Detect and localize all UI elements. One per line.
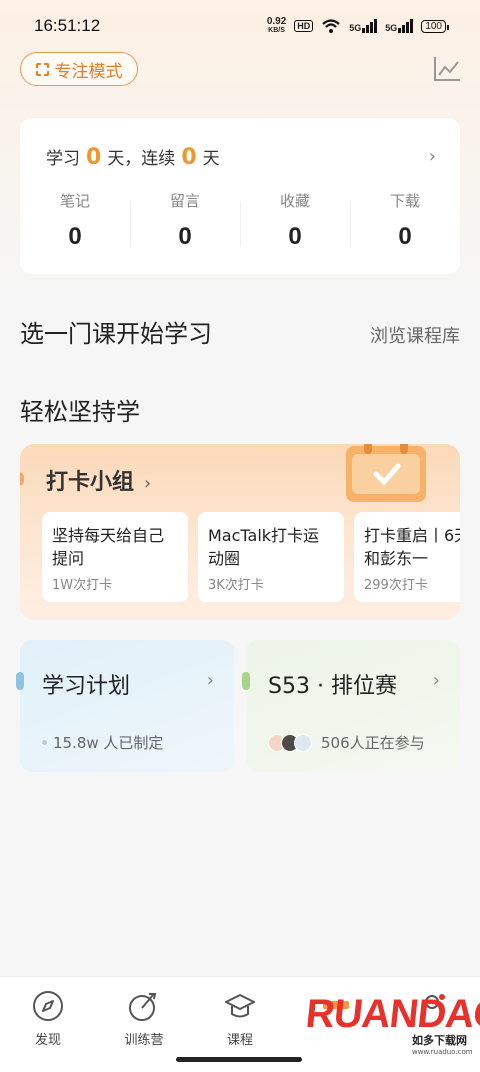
home-indicator[interactable] [176,1057,302,1062]
study-plan-title: 学习计划 [42,674,131,699]
watermark-site-name: 如多下载网 [412,1032,467,1048]
ranking-subtitle: 506人正在参与 [268,732,425,753]
study-plan-card[interactable]: 学习计划 › 15.8w 人已制定 [16,640,234,772]
easy-section-title: 轻松坚持学 [20,398,140,426]
status-icons: 0.92 KB/S HD 5G 5G 100 [266,16,449,35]
calendar-icon [346,444,426,502]
chevron-right-icon: › [144,473,152,494]
graduation-cap-icon [225,994,255,1018]
checkin-item[interactable]: MacTalk打卡运动圈 3K次打卡 [198,512,344,602]
avatar [294,733,312,752]
line-chart-icon[interactable] [432,54,462,84]
learning-summary-card[interactable]: 学习 0 天，连续 0 天 › 笔记 0 留言 0 收藏 0 下载 0 [20,118,460,274]
checkin-group-title[interactable]: 打卡小组 › [46,464,151,496]
checkin-list: 坚持每天给自己提问 1W次打卡 MacTalk打卡运动圈 3K次打卡 打卡重启丨… [42,512,460,602]
watermark-site-url: www.ruaduo.com [412,1048,473,1056]
checkin-item[interactable]: 坚持每天给自己提问 1W次打卡 [42,512,188,602]
training-icon [129,993,157,1021]
signal-1-icon: 5G [349,19,378,33]
ranking-title: S53 · 排位赛 [268,674,397,699]
learning-streak: 学习 0 天，连续 0 天 [46,145,220,170]
streak-days: 0 [181,145,197,170]
participant-avatars [268,733,312,752]
chevron-right-icon: › [206,670,214,691]
metric-favorites[interactable]: 收藏 0 [240,190,350,251]
chevron-right-icon: › [428,146,436,167]
study-plan-subtitle: 15.8w 人已制定 [42,732,163,753]
checkin-item[interactable]: 打卡重启丨6天，和彭东一 299次打卡 [354,512,460,602]
ranking-card[interactable]: S53 · 排位赛 › 506人正在参与 [242,640,460,772]
focus-mode-label: 专注模式 [54,61,123,82]
course-section-title: 选一门课开始学习 [20,320,212,348]
tab-discover[interactable]: 发现 [0,977,96,1072]
browse-course-library-link[interactable]: 浏览课程库 [370,322,460,348]
metrics-row: 笔记 0 留言 0 收藏 0 下载 0 [20,190,460,251]
clock: 16:51:12 [34,16,101,35]
focus-frame-icon [35,62,49,76]
chevron-right-icon: › [432,670,440,691]
network-speed: 0.92 KB/S [266,16,287,35]
metric-comments[interactable]: 留言 0 [130,190,240,251]
metric-downloads[interactable]: 下载 0 [350,190,460,251]
metric-notes[interactable]: 笔记 0 [20,190,130,251]
signal-2-icon: 5G [385,19,414,33]
days-learned: 0 [86,145,102,170]
hd-badge: HD [294,20,314,32]
checkin-group-card[interactable]: 打卡小组 › 坚持每天给自己提问 1W次打卡 MacTalk打卡运动圈 3K次打卡… [20,444,460,620]
wifi-icon [322,19,341,33]
battery-icon: 100 [421,19,449,33]
watermark-logo: RUANDAO [303,992,480,1036]
compass-icon [33,991,63,1021]
focus-mode-button[interactable]: 专注模式 [20,52,138,86]
status-bar: 16:51:12 0.92 KB/S HD 5G 5G 100 [0,0,480,52]
site-watermark: RUANDAO 如多下载网 www.ruaduo.com [300,990,480,1070]
